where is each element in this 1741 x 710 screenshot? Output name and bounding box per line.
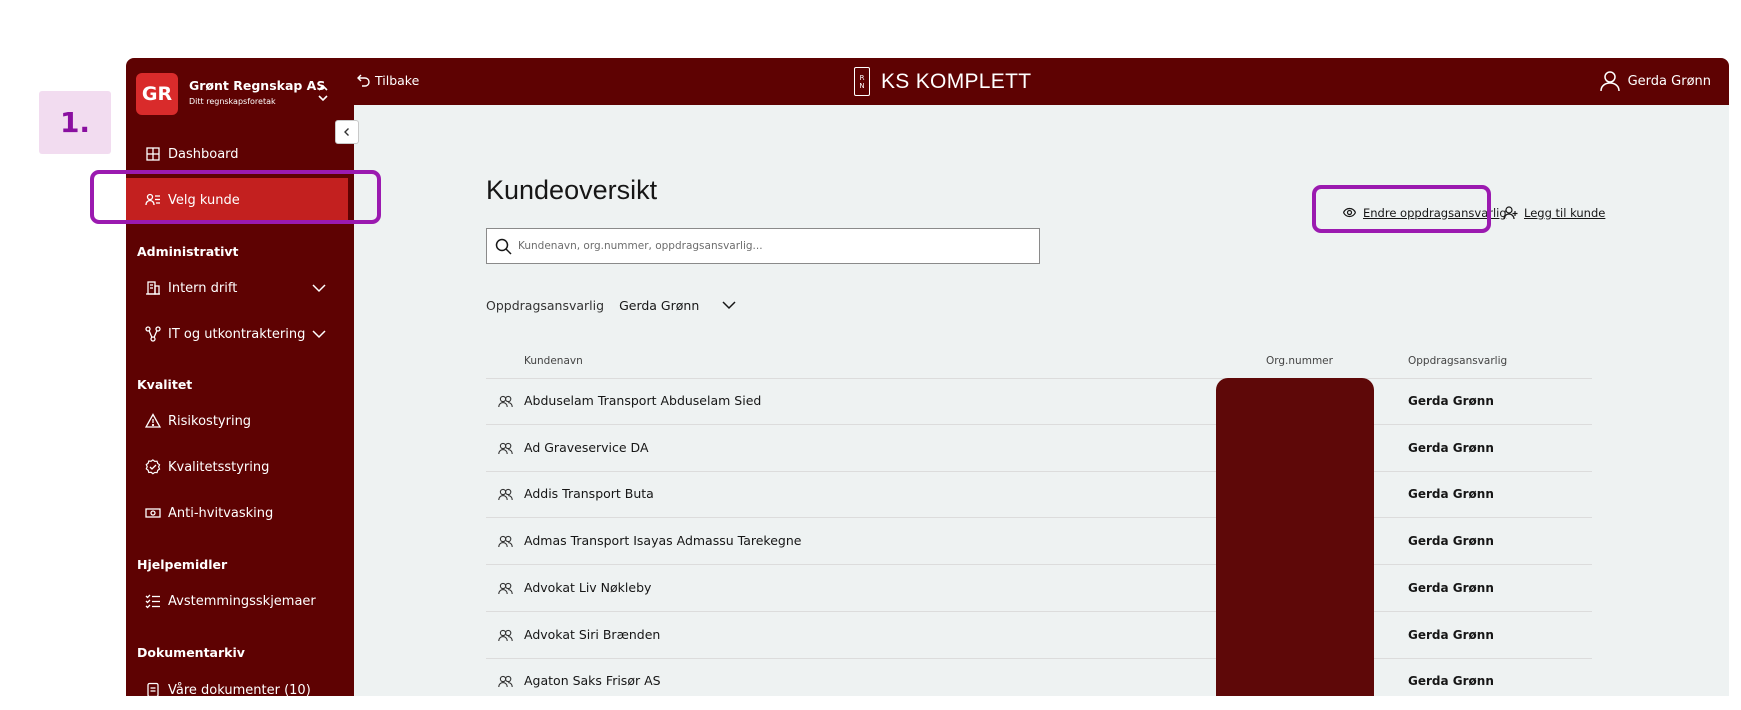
chevron-down-icon[interactable] (721, 297, 737, 313)
column-header-org-nummer[interactable]: Org.nummer (1266, 355, 1333, 367)
sidebar-item-label: IT og utkontraktering (168, 326, 306, 342)
sidebar-item-label: Risikostyring (168, 413, 252, 429)
customer-group-icon (498, 676, 513, 688)
add-customer-label: Legg til kunde (1524, 205, 1606, 220)
check-badge-icon (145, 459, 161, 475)
customer-responsible: Gerda Grønn (1408, 487, 1494, 502)
org-switcher[interactable]: GR Grønt Regnskap AS Ditt regnskapsforet… (136, 73, 346, 115)
grid-icon (146, 147, 160, 161)
building-icon (146, 281, 160, 295)
highlight-velg-kunde (90, 170, 381, 224)
redaction-block (1216, 378, 1374, 696)
user-name: Gerda Grønn (1627, 73, 1711, 89)
page-title: Kundeoversikt (486, 175, 658, 205)
app-window: GR Grønt Regnskap AS Ditt regnskapsforet… (126, 58, 1729, 696)
sidebar-item-label: Dashboard (168, 146, 239, 162)
sidebar-item-label: Kvalitetsstyring (168, 459, 270, 475)
back-link[interactable]: Tilbake (356, 73, 419, 88)
sidebar-item-risikostyring[interactable]: Risikostyring (126, 399, 348, 443)
section-dokumentarkiv: Dokumentarkiv (137, 645, 245, 660)
customer-name[interactable]: Advokat Siri Brænden (524, 627, 660, 642)
add-user-icon (1503, 206, 1518, 220)
chevron-down-icon (312, 284, 326, 293)
warning-icon (145, 413, 161, 428)
table-row[interactable]: Agaton Saks Frisør AS Gerda Grønn (486, 659, 1592, 696)
user-menu[interactable]: Gerda Grønn (1599, 70, 1711, 92)
return-arrow-icon (357, 74, 370, 87)
customer-group-icon (498, 629, 513, 641)
section-administrativt: Administrativt (137, 244, 239, 259)
highlight-change-responsible (1312, 185, 1491, 233)
brand-name: KS KOMPLETT (881, 69, 1032, 93)
back-label: Tilbake (375, 73, 420, 88)
user-icon (1599, 71, 1620, 92)
sidebar-item-vare-dokumenter[interactable]: Våre dokumenter (10) (126, 668, 348, 696)
section-hjelpemidler: Hjelpemidler (137, 557, 228, 572)
sidebar-item-label: Våre dokumenter (10) (168, 682, 311, 697)
org-name: Grønt Regnskap AS (189, 78, 326, 93)
customer-responsible: Gerda Grønn (1408, 674, 1494, 689)
top-bar: Tilbake R N KS KOMPLETT Gerda Grønn (354, 58, 1729, 105)
customer-responsible: Gerda Grønn (1408, 534, 1494, 549)
document-icon (147, 682, 159, 696)
brand-mark-letter: R (859, 73, 865, 82)
chevron-left-icon (344, 128, 349, 136)
customer-name[interactable]: Addis Transport Buta (524, 486, 654, 501)
sidebar-item-avstemmingsskjemaer[interactable]: Avstemmingsskjemaer (126, 579, 348, 623)
search-input[interactable] (518, 240, 1018, 252)
add-customer-button[interactable]: Legg til kunde (1503, 205, 1605, 220)
column-header-kundenavn[interactable]: Kundenavn (524, 355, 583, 367)
sidebar: GR Grønt Regnskap AS Ditt regnskapsforet… (126, 58, 354, 696)
org-logo: GR (136, 73, 178, 115)
column-header-oppdragsansvarlig[interactable]: Oppdragsansvarlig (1408, 355, 1507, 367)
search-field[interactable] (486, 228, 1040, 264)
brand-mark-letter: N (859, 81, 865, 90)
customer-name[interactable]: Abduselam Transport Abduselam Sied (524, 393, 761, 408)
search-icon (495, 238, 512, 255)
customer-responsible: Gerda Grønn (1408, 627, 1494, 642)
sidebar-item-it-utkontraktering[interactable]: IT og utkontraktering (126, 312, 348, 356)
collapse-sidebar-button[interactable] (335, 120, 359, 144)
org-subtitle: Ditt regnskapsforetak (189, 97, 276, 106)
sidebar-item-label: Anti-hvitvasking (168, 505, 274, 521)
customer-responsible: Gerda Grønn (1408, 580, 1494, 595)
customer-group-icon (498, 489, 513, 501)
customer-group-icon (498, 582, 513, 594)
customer-name[interactable]: Agaton Saks Frisør AS (524, 673, 661, 688)
filter-label: Oppdragsansvarlig (486, 297, 605, 313)
sidebar-item-label: Avstemmingsskjemaer (168, 593, 316, 609)
customer-group-icon (498, 395, 513, 408)
brand-mark: R N (854, 67, 870, 96)
sidebar-item-label: Intern drift (168, 280, 238, 296)
sidebar-item-intern-drift[interactable]: Intern drift (126, 266, 348, 310)
customer-name[interactable]: Advokat Liv Nøkleby (524, 580, 651, 595)
checklist-icon (145, 594, 160, 609)
network-icon (145, 326, 161, 342)
money-icon (145, 508, 161, 518)
table-row[interactable]: Abduselam Transport Abduselam Sied Gerda … (486, 379, 1592, 425)
chevron-down-icon (312, 330, 326, 339)
sidebar-item-anti-hvitvasking[interactable]: Anti-hvitvasking (126, 491, 348, 535)
customer-responsible: Gerda Grønn (1408, 394, 1494, 408)
customer-group-icon (498, 535, 513, 548)
customer-group-icon (498, 442, 513, 454)
section-kvalitet: Kvalitet (137, 377, 193, 392)
customer-responsible: Gerda Grønn (1408, 440, 1494, 455)
responsible-filter[interactable]: Oppdragsansvarlig Gerda Grønn (486, 297, 737, 313)
sidebar-item-kvalitetsstyring[interactable]: Kvalitetsstyring (126, 445, 348, 489)
filter-value: Gerda Grønn (619, 297, 700, 313)
annotation-step-1: 1. (39, 91, 111, 154)
table-row[interactable]: Advokat Siri Brænden Gerda Grønn (486, 613, 1592, 659)
table-row[interactable]: Advokat Liv Nøkleby Gerda Grønn (486, 566, 1592, 612)
table-row[interactable]: Ad Graveservice DA Gerda Grønn (486, 426, 1592, 472)
customer-name[interactable]: Ad Graveservice DA (524, 440, 649, 455)
brand-logo: R N KS KOMPLETT (854, 67, 1031, 96)
table-row[interactable]: Addis Transport Buta Gerda Grønn (486, 472, 1592, 519)
chevron-updown-icon[interactable] (316, 81, 330, 105)
customer-name[interactable]: Admas Transport Isayas Admassu Tarekegne (524, 533, 801, 548)
table-row[interactable]: Admas Transport Isayas Admassu Tarekegne… (486, 519, 1592, 566)
